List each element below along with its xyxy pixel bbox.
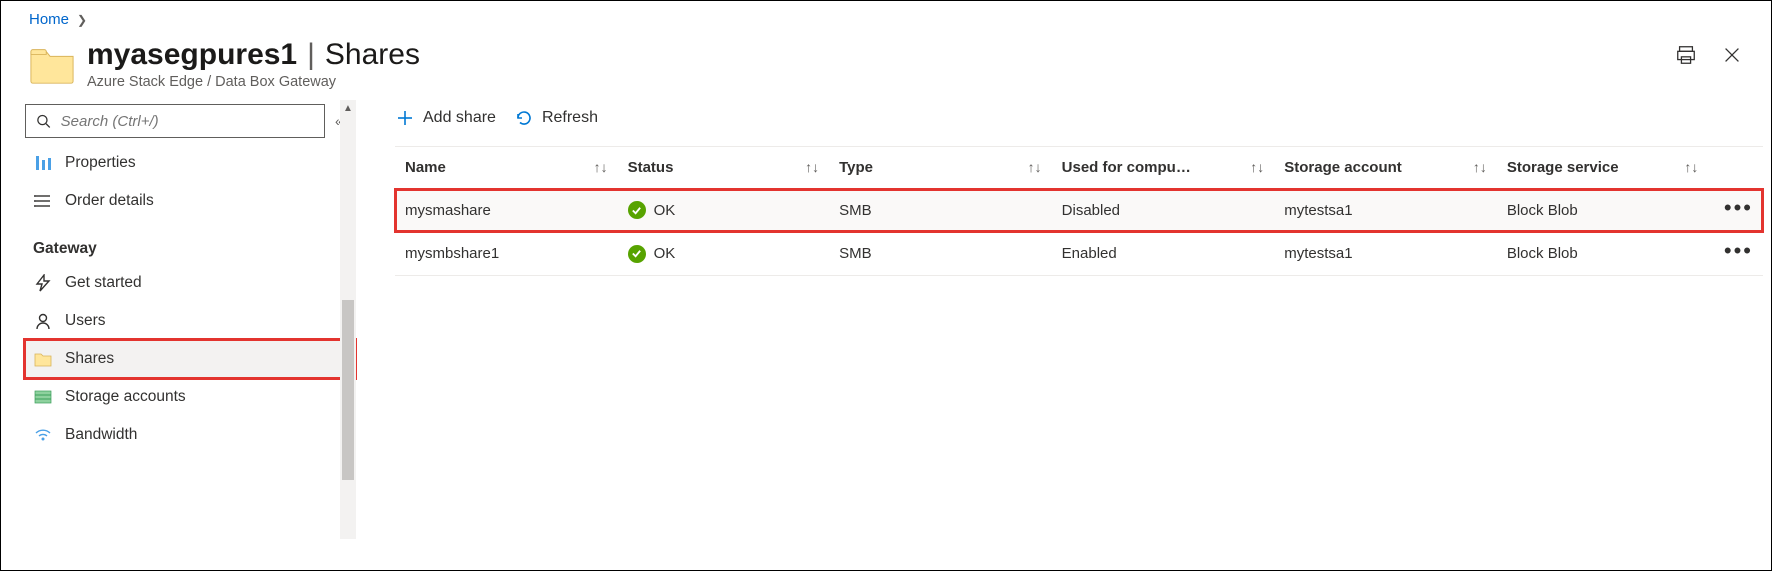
lightning-icon	[33, 273, 53, 293]
toolbar: Add share Refresh	[395, 104, 1763, 146]
sidebar-section-gateway: Gateway	[25, 220, 355, 264]
col-used-compute[interactable]: Used for compu…↑↓	[1052, 147, 1275, 189]
page-title: myasegpures1 | Shares	[87, 38, 1743, 72]
col-name[interactable]: Name↑↓	[395, 147, 618, 189]
sidebar: « Properties Order details Gateway Ge	[1, 100, 355, 539]
folder-small-icon	[33, 349, 53, 369]
cell-used-compute: Disabled	[1052, 189, 1275, 233]
section-name: Shares	[325, 38, 420, 72]
properties-icon	[33, 153, 53, 173]
col-status[interactable]: Status↑↓	[618, 147, 829, 189]
cell-status: OK	[618, 232, 829, 276]
wifi-icon	[33, 425, 53, 445]
search-icon	[36, 113, 51, 129]
table-row[interactable]: mysmashare OK SMB Disabled mytestsa1	[395, 189, 1763, 233]
shares-table: Name↑↓ Status↑↓ Type↑↓ Used for compu…↑↓…	[395, 146, 1763, 276]
resource-type-subtitle: Azure Stack Edge / Data Box Gateway	[87, 74, 1743, 90]
scrollbar-thumb[interactable]	[342, 300, 354, 480]
toolbar-label: Refresh	[542, 109, 598, 127]
sort-icon: ↑↓	[1684, 159, 1698, 175]
row-more-icon[interactable]: •••	[1724, 238, 1753, 263]
add-share-button[interactable]: Add share	[395, 108, 496, 128]
sort-icon: ↑↓	[1473, 159, 1487, 175]
cell-name: mysmbshare1	[395, 232, 618, 276]
sidebar-item-users[interactable]: Users	[25, 302, 355, 340]
sidebar-item-label: Storage accounts	[65, 388, 186, 406]
col-storage-account[interactable]: Storage account↑↓	[1274, 147, 1497, 189]
sidebar-item-storage-accounts[interactable]: Storage accounts	[25, 378, 355, 416]
storage-icon	[33, 387, 53, 407]
cell-name: mysmashare	[395, 189, 618, 233]
sort-icon: ↑↓	[1250, 159, 1264, 175]
plus-icon	[395, 108, 415, 128]
cell-type: SMB	[829, 232, 1052, 276]
cell-used-compute: Enabled	[1052, 232, 1275, 276]
sidebar-item-label: Shares	[65, 350, 114, 368]
status-ok-icon	[628, 201, 646, 219]
sidebar-search[interactable]	[25, 104, 325, 138]
breadcrumb-home[interactable]: Home	[29, 11, 69, 28]
close-icon[interactable]	[1721, 44, 1743, 66]
sidebar-item-get-started[interactable]: Get started	[25, 264, 355, 302]
cell-status: OK	[618, 189, 829, 233]
col-storage-service[interactable]: Storage service↑↓	[1497, 147, 1708, 189]
sidebar-scrollbar[interactable]: ▲	[340, 100, 356, 539]
resource-name: myasegpures1	[87, 38, 297, 72]
user-icon	[33, 311, 53, 331]
sidebar-item-label: Order details	[65, 192, 154, 210]
sidebar-item-label: Users	[65, 312, 105, 330]
refresh-icon	[514, 108, 534, 128]
status-ok-icon	[628, 245, 646, 263]
sort-icon: ↑↓	[1028, 159, 1042, 175]
sidebar-item-properties[interactable]: Properties	[25, 144, 355, 182]
cell-storage-account: mytestsa1	[1274, 232, 1497, 276]
sidebar-item-shares[interactable]: Shares	[25, 340, 355, 378]
page-header: myasegpures1 | Shares Azure Stack Edge /…	[1, 34, 1771, 100]
title-divider: |	[307, 38, 315, 72]
refresh-button[interactable]: Refresh	[514, 108, 598, 128]
print-icon[interactable]	[1675, 44, 1697, 66]
sidebar-item-label: Bandwidth	[65, 426, 137, 444]
list-icon	[33, 191, 53, 211]
content-area: Add share Refresh Name↑↓ Status↑↓ Type↑↓…	[355, 100, 1771, 539]
sort-icon: ↑↓	[594, 159, 608, 175]
table-row[interactable]: mysmbshare1 OK SMB Enabled mytestsa1	[395, 232, 1763, 276]
sidebar-item-order-details[interactable]: Order details	[25, 182, 355, 220]
search-input[interactable]	[59, 112, 314, 131]
cell-type: SMB	[829, 189, 1052, 233]
col-type[interactable]: Type↑↓	[829, 147, 1052, 189]
folder-icon	[29, 43, 75, 85]
breadcrumb: Home ❯	[1, 1, 1771, 34]
cell-storage-service: Block Blob	[1497, 189, 1708, 233]
chevron-right-icon: ❯	[77, 13, 87, 27]
cell-storage-service: Block Blob	[1497, 232, 1708, 276]
sidebar-item-bandwidth[interactable]: Bandwidth	[25, 416, 355, 454]
sidebar-item-label: Properties	[65, 154, 136, 172]
row-more-icon[interactable]: •••	[1724, 195, 1753, 220]
scroll-up-icon[interactable]: ▲	[340, 100, 356, 118]
cell-storage-account: mytestsa1	[1274, 189, 1497, 233]
sort-icon: ↑↓	[805, 159, 819, 175]
toolbar-label: Add share	[423, 109, 496, 127]
sidebar-item-label: Get started	[65, 274, 142, 292]
